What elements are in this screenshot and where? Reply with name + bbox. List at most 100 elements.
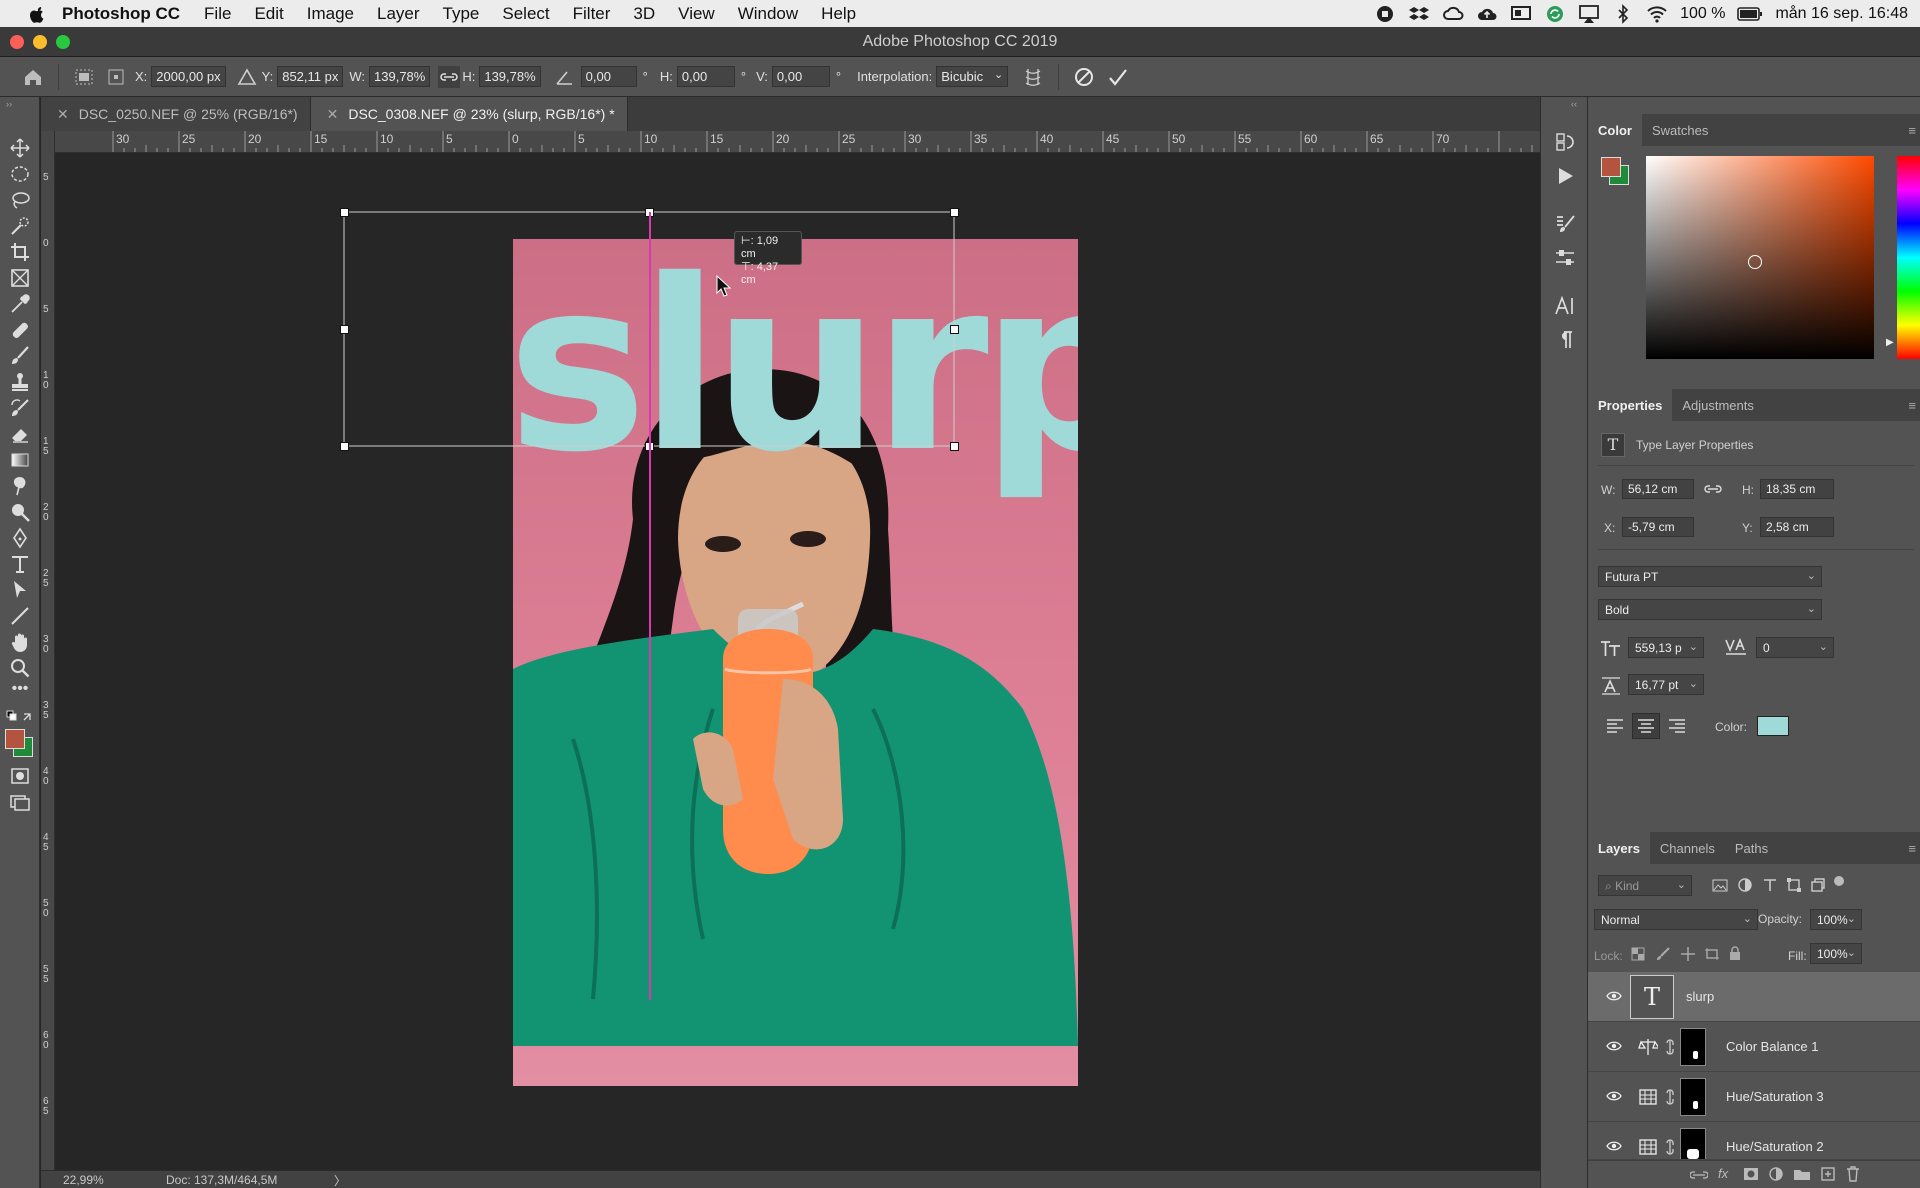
clock[interactable]: mån 16 sep. 16:48 xyxy=(1775,5,1908,23)
tab-color[interactable]: Color xyxy=(1588,114,1642,146)
align-right-icon[interactable] xyxy=(1667,717,1687,735)
reference-point-icon[interactable] xyxy=(73,66,95,88)
default-colors-icon[interactable] xyxy=(6,707,34,729)
quick-mask-icon[interactable] xyxy=(9,765,31,787)
blend-mode-select[interactable]: Normal ⌄ xyxy=(1594,909,1758,930)
lock-transparency-icon[interactable] xyxy=(1631,947,1645,961)
layer-row-hue-saturation-3[interactable]: Hue/Saturation 3 xyxy=(1588,1072,1920,1122)
menu-edit[interactable]: Edit xyxy=(254,4,283,24)
tab-channels[interactable]: Channels xyxy=(1650,832,1725,864)
move-tool-icon[interactable] xyxy=(9,137,31,159)
foreground-color-swatch[interactable] xyxy=(5,729,25,749)
filter-pixel-icon[interactable] xyxy=(1712,878,1728,892)
horizontal-ruler[interactable]: 30 25 20 15 10 5 0 5 10 15 20 25 30 35 4… xyxy=(55,131,1540,153)
hue-slider[interactable] xyxy=(1897,156,1920,359)
text-color-swatch[interactable] xyxy=(1757,716,1789,736)
y-position-field[interactable]: 852,11 px xyxy=(277,66,344,87)
marquee-tool-icon[interactable] xyxy=(9,163,31,185)
menu-filter[interactable]: Filter xyxy=(573,4,611,24)
relative-position-icon[interactable] xyxy=(236,66,258,88)
menu-window[interactable]: Window xyxy=(738,4,798,24)
filter-type-icon[interactable] xyxy=(1762,877,1778,893)
layer-mask-thumbnail[interactable] xyxy=(1680,1028,1706,1066)
height-field[interactable]: 139,78% xyxy=(479,66,541,87)
menu-help[interactable]: Help xyxy=(821,4,856,24)
brush-tool-icon[interactable] xyxy=(9,345,31,367)
tab-paths[interactable]: Paths xyxy=(1725,832,1778,864)
h-skew-field[interactable]: 0,00 xyxy=(676,66,735,87)
angle-field[interactable]: 0,00 xyxy=(580,66,637,87)
apple-menu-icon[interactable] xyxy=(26,3,48,25)
align-center-icon[interactable] xyxy=(1636,717,1656,735)
airplay-icon[interactable] xyxy=(1578,4,1600,24)
mask-link-icon[interactable] xyxy=(1665,1139,1675,1155)
gradient-tool-icon[interactable] xyxy=(9,449,31,471)
adjustments-sliders-icon[interactable] xyxy=(1554,247,1576,269)
type-tool-icon[interactable] xyxy=(9,553,31,575)
transform-handle-bottom-left[interactable] xyxy=(340,442,349,451)
app-menu[interactable]: Photoshop CC xyxy=(62,4,180,24)
layer-effects-icon[interactable]: fx xyxy=(1718,1166,1728,1181)
layer-name[interactable]: Hue/Saturation 3 xyxy=(1726,1089,1824,1104)
tab-dsc-0250[interactable]: ✕ DSC_0250.NEF @ 25% (RGB/16*) xyxy=(41,97,311,131)
menu-layer[interactable]: Layer xyxy=(377,4,420,24)
transform-handle-right[interactable] xyxy=(950,325,959,334)
delete-layer-icon[interactable] xyxy=(1846,1165,1860,1183)
bluetooth-icon[interactable] xyxy=(1612,3,1634,24)
font-size-select[interactable]: 559,13 p ⌄ xyxy=(1628,637,1704,658)
opacity-field[interactable]: 100% ⌄ xyxy=(1810,909,1862,930)
layer-row-hue-saturation-2[interactable]: Hue/Saturation 2 xyxy=(1588,1122,1920,1160)
actions-play-icon[interactable] xyxy=(1554,165,1576,187)
menu-3d[interactable]: 3D xyxy=(633,4,655,24)
leading-select[interactable]: 16,77 pt ⌄ xyxy=(1628,674,1704,695)
filter-toggle-icon[interactable] xyxy=(1834,876,1844,886)
wifi-icon[interactable] xyxy=(1646,4,1668,24)
path-selection-tool-icon[interactable] xyxy=(9,579,31,601)
width-field[interactable]: 56,12 cm xyxy=(1622,479,1694,499)
transform-handle-top-right[interactable] xyxy=(950,208,959,217)
character-panel-icon[interactable] xyxy=(1554,295,1576,317)
visibility-eye-icon[interactable] xyxy=(1606,1090,1622,1102)
eraser-tool-icon[interactable] xyxy=(9,423,31,445)
height-field[interactable]: 18,35 cm xyxy=(1760,479,1834,499)
v-skew-field[interactable]: 0,00 xyxy=(771,66,830,87)
cloud-upload-icon[interactable] xyxy=(1476,4,1498,24)
tracking-select[interactable]: 0 ⌄ xyxy=(1756,637,1834,658)
x-field[interactable]: -5,79 cm xyxy=(1622,517,1694,537)
lock-artboard-icon[interactable] xyxy=(1704,947,1720,961)
transform-handle-bottom-right[interactable] xyxy=(950,442,959,451)
filter-adjustment-icon[interactable] xyxy=(1737,877,1753,893)
quick-selection-tool-icon[interactable] xyxy=(9,215,31,237)
line-tool-icon[interactable] xyxy=(9,605,31,627)
brush-settings-icon[interactable] xyxy=(1554,213,1576,235)
display-menu-icon[interactable] xyxy=(1510,4,1532,24)
new-group-icon[interactable] xyxy=(1793,1167,1811,1181)
sync-icon[interactable] xyxy=(1544,4,1566,24)
tab-dsc-0308[interactable]: ✕ DSC_0308.NEF @ 23% (slurp, RGB/16*) * xyxy=(310,97,628,131)
menu-view[interactable]: View xyxy=(678,4,715,24)
visibility-eye-icon[interactable] xyxy=(1606,990,1622,1002)
screen-mode-icon[interactable] xyxy=(9,791,31,813)
tab-adjustments[interactable]: Adjustments xyxy=(1672,389,1764,421)
document-image[interactable]: slurp xyxy=(513,239,1078,1086)
new-adjustment-layer-icon[interactable] xyxy=(1768,1166,1784,1182)
layer-row-slurp[interactable]: T slurp xyxy=(1588,972,1920,1022)
visibility-eye-icon[interactable] xyxy=(1606,1040,1622,1052)
fill-field[interactable]: 100% ⌄ xyxy=(1810,943,1862,964)
creative-cloud-icon[interactable] xyxy=(1442,4,1464,24)
clone-stamp-tool-icon[interactable] xyxy=(9,371,31,393)
layer-name[interactable]: Hue/Saturation 2 xyxy=(1726,1139,1824,1154)
align-left-icon[interactable] xyxy=(1605,717,1625,735)
layer-kind-filter[interactable]: ⌕ Kind ⌄ xyxy=(1598,875,1692,896)
link-layers-icon[interactable] xyxy=(1690,1167,1708,1183)
collapse-toolbar-icon[interactable]: ›› xyxy=(6,99,12,109)
tab-layers[interactable]: Layers xyxy=(1588,832,1650,864)
add-mask-icon[interactable] xyxy=(1743,1167,1759,1181)
font-family-select[interactable]: Futura PT ⌄ xyxy=(1598,566,1822,587)
layer-mask-thumbnail[interactable] xyxy=(1680,1128,1706,1159)
cancel-transform-icon[interactable] xyxy=(1073,66,1095,88)
tab-properties[interactable]: Properties xyxy=(1588,389,1673,421)
layer-mask-thumbnail[interactable] xyxy=(1680,1078,1706,1116)
filter-smart-object-icon[interactable] xyxy=(1810,877,1826,893)
layer-row-color-balance-1[interactable]: Color Balance 1 xyxy=(1588,1022,1920,1072)
